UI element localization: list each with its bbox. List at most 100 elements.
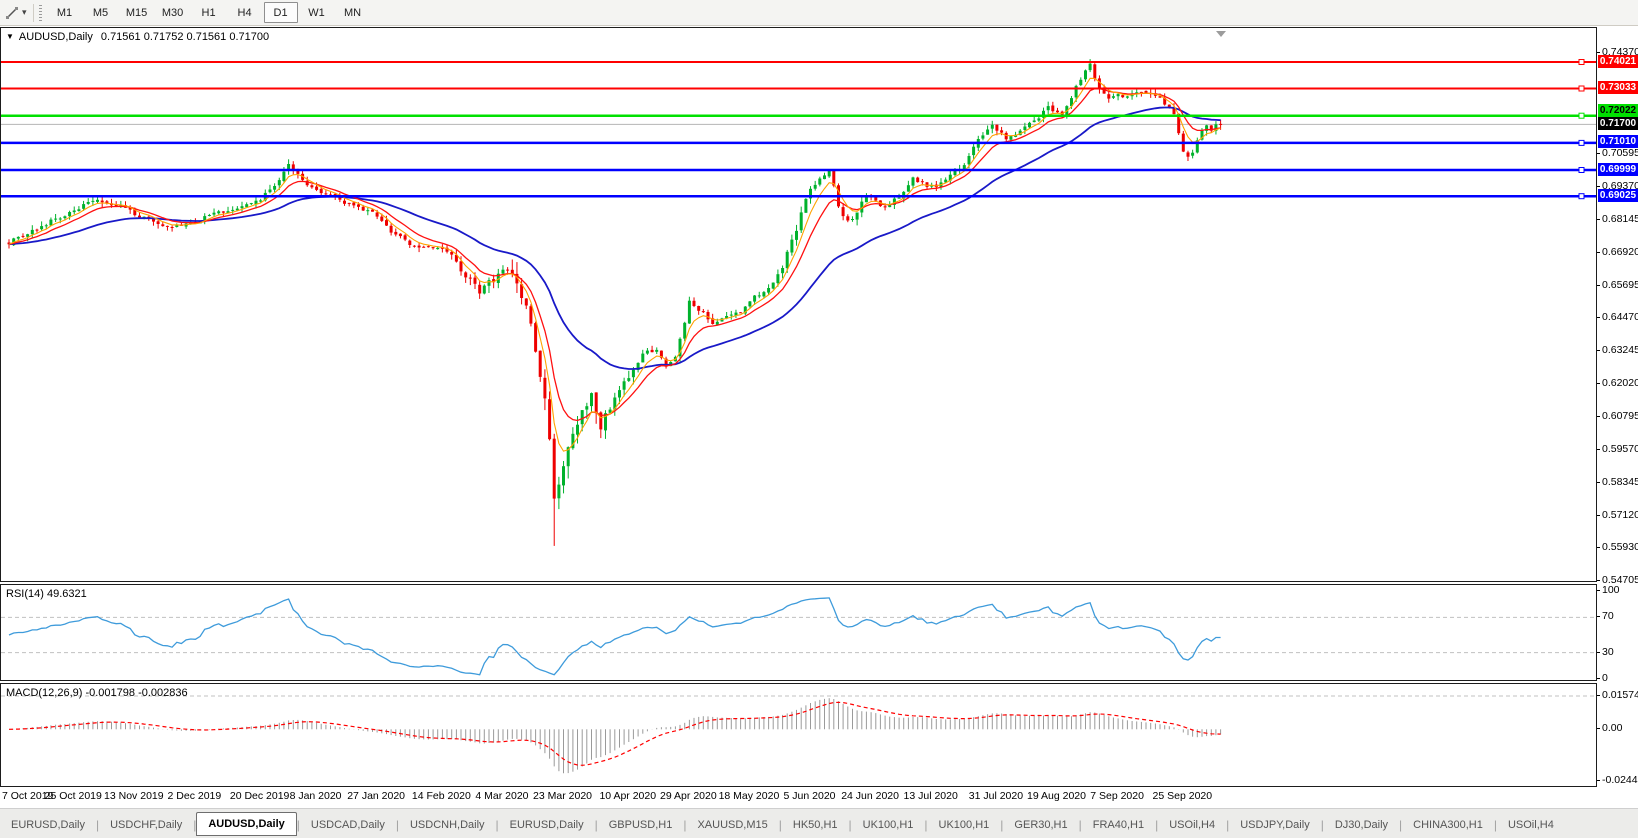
candlesticks	[8, 59, 1223, 546]
chart-tab-usdjpy-14[interactable]: USDJPY,Daily	[1229, 815, 1321, 835]
level-price-tag: 0.72022	[1598, 104, 1638, 117]
dropdown-caret-icon[interactable]: ▾	[22, 7, 27, 18]
chart-tab-uk100-9[interactable]: UK100,H1	[852, 815, 925, 835]
rsi-canvas[interactable]	[1, 585, 1596, 680]
axis-tick-mark	[1597, 317, 1600, 318]
macd-canvas[interactable]	[1, 684, 1596, 786]
date-label: 24 Jun 2020	[841, 790, 899, 802]
axis-tick-mark	[1597, 52, 1600, 53]
chart-shift-marker[interactable]	[1216, 31, 1226, 37]
date-label: 13 Nov 2019	[104, 790, 164, 802]
macd-label: MACD(12,26,9) -0.001798 -0.002836	[6, 687, 188, 699]
axis-tick-label: 0.60795	[1602, 410, 1638, 422]
price-chart-canvas[interactable]	[1, 28, 1596, 581]
date-label: 13 Jul 2020	[904, 790, 958, 802]
axis-tick-mark	[1597, 482, 1600, 483]
chart-tab-hk50-8[interactable]: HK50,H1	[782, 815, 849, 835]
timeframe-button-w1[interactable]: W1	[300, 2, 334, 23]
chart-tab-ger30-11[interactable]: GER30,H1	[1003, 815, 1078, 835]
axis-tick-mark	[1597, 515, 1600, 516]
ma-medium-line	[9, 89, 1221, 421]
rsi-indicator-panel[interactable]: RSI(14) 49.6321	[0, 584, 1597, 681]
axis-tick-mark	[1597, 416, 1600, 417]
date-label: 19 Aug 2020	[1027, 790, 1086, 802]
chart-tab-xauusd-7[interactable]: XAUUSD,M15	[686, 815, 778, 835]
toolbar-grip-handle[interactable]	[39, 5, 42, 21]
date-label: 8 Jan 2020	[290, 790, 342, 802]
chart-tab-bar: EURUSD,Daily|USDCHF,Daily|AUDUSD,Daily|U…	[0, 808, 1638, 838]
axis-tick-mark	[1597, 449, 1600, 450]
chart-symbol-period: AUDUSD,Daily	[19, 31, 93, 43]
axis-tick-label: 100	[1602, 584, 1620, 596]
chart-menu-icon[interactable]: ▼	[6, 32, 14, 41]
chart-tab-eurusd-0[interactable]: EURUSD,Daily	[0, 815, 96, 835]
axis-tick-label: -0.024412	[1602, 774, 1638, 786]
timeframe-button-m15[interactable]: M15	[120, 2, 154, 23]
timeframe-button-m5[interactable]: M5	[84, 2, 118, 23]
axis-tick-mark	[1597, 252, 1600, 253]
date-label: 2 Dec 2019	[168, 790, 222, 802]
axis-tick-mark	[1597, 652, 1600, 653]
date-label: 20 Dec 2019	[230, 790, 290, 802]
date-label: 14 Feb 2020	[412, 790, 471, 802]
price-chart-panel[interactable]: ▼ AUDUSD,Daily 0.71561 0.71752 0.71561 0.7…	[0, 27, 1597, 582]
chart-tab-gbpusd-6[interactable]: GBPUSD,H1	[598, 815, 684, 835]
crosshair-tool-icon[interactable]	[3, 4, 21, 22]
level-lines[interactable]	[1, 60, 1596, 199]
timeframe-button-h1[interactable]: H1	[192, 2, 226, 23]
chart-tab-usdcnh-4[interactable]: USDCNH,Daily	[399, 815, 496, 835]
chart-tab-dj30-15[interactable]: DJ30,Daily	[1324, 815, 1399, 835]
ma-slow-line	[9, 108, 1221, 370]
timeframe-button-m1[interactable]: M1	[48, 2, 82, 23]
axis-tick-label: 70	[1602, 610, 1614, 622]
date-label: 10 Apr 2020	[599, 790, 656, 802]
chart-tab-china300-16[interactable]: CHINA300,H1	[1402, 815, 1494, 835]
timeframe-button-m30[interactable]: M30	[156, 2, 190, 23]
axis-tick-label: 0.68145	[1602, 213, 1638, 225]
level-price-tag: 0.71010	[1598, 135, 1638, 148]
axis-tick-mark	[1597, 350, 1600, 351]
timeframe-button-mn[interactable]: MN	[336, 2, 370, 23]
axis-tick-label: 0.65695	[1602, 279, 1638, 291]
date-label: 18 May 2020	[719, 790, 780, 802]
date-axis[interactable]: 7 Oct 201925 Oct 201913 Nov 20192 Dec 20…	[0, 789, 1597, 805]
axis-tick-mark	[1597, 547, 1600, 548]
chart-tab-usdcad-3[interactable]: USDCAD,Daily	[300, 815, 396, 835]
axis-tick-mark	[1597, 285, 1600, 286]
chart-tab-usoil-17[interactable]: USOil,H4	[1497, 815, 1565, 835]
chart-tab-usoil-13[interactable]: USOil,H4	[1158, 815, 1226, 835]
timeframe-button-d1[interactable]: D1	[264, 2, 298, 23]
toolbar-separator	[33, 4, 34, 22]
axis-tick-mark	[1597, 153, 1600, 154]
axis-tick-label: 0.59570	[1602, 443, 1638, 455]
date-label: 4 Mar 2020	[475, 790, 528, 802]
axis-tick-label: 0.64470	[1602, 311, 1638, 323]
chart-tab-usdchf-1[interactable]: USDCHF,Daily	[99, 815, 193, 835]
rsi-line	[9, 598, 1221, 675]
level-price-tag: 0.74021	[1598, 55, 1638, 68]
axis-tick-label: 0.63245	[1602, 344, 1638, 356]
price-axis[interactable]: 0.743700.705950.693700.681450.669200.656…	[1597, 0, 1638, 838]
axis-tick-label: 0.62020	[1602, 377, 1638, 389]
axis-tick-label: 0.00	[1602, 722, 1622, 734]
axis-tick-mark	[1597, 616, 1600, 617]
chart-tab-eurusd-5[interactable]: EURUSD,Daily	[499, 815, 595, 835]
chart-tab-audusd-2[interactable]: AUDUSD,Daily	[196, 812, 296, 836]
date-label: 7 Sep 2020	[1090, 790, 1144, 802]
axis-tick-mark	[1597, 580, 1600, 581]
axis-tick-mark	[1597, 728, 1600, 729]
current-price-tag: 0.71700	[1598, 117, 1638, 130]
date-label: 27 Jan 2020	[347, 790, 405, 802]
chart-tab-uk100-10[interactable]: UK100,H1	[928, 815, 1001, 835]
chart-ohlc-values: 0.71561 0.71752 0.71561 0.71700	[101, 31, 269, 43]
axis-tick-mark	[1597, 780, 1600, 781]
axis-tick-mark	[1597, 383, 1600, 384]
axis-tick-label: 0.57120	[1602, 509, 1638, 521]
axis-tick-label: 0.66920	[1602, 246, 1638, 258]
macd-histogram	[9, 698, 1221, 773]
timeframe-button-h4[interactable]: H4	[228, 2, 262, 23]
chart-tab-fra40-12[interactable]: FRA40,H1	[1082, 815, 1155, 835]
macd-indicator-panel[interactable]: MACD(12,26,9) -0.001798 -0.002836	[0, 683, 1597, 787]
axis-tick-mark	[1597, 186, 1600, 187]
date-label: 31 Jul 2020	[969, 790, 1023, 802]
